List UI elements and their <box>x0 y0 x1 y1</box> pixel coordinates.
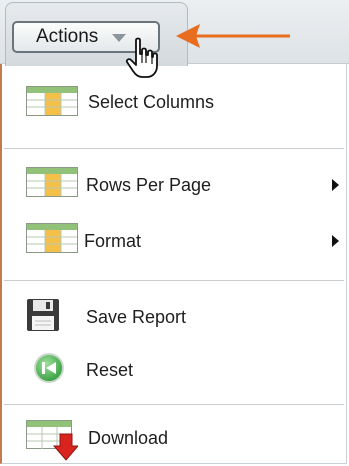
reset-icon <box>34 353 64 383</box>
menu-item-format[interactable]: Format <box>4 220 347 264</box>
table-icon <box>26 86 78 116</box>
menu-item-label: Save Report <box>86 307 187 327</box>
menu-item-label: Download <box>88 428 169 448</box>
actions-menu: Select Columns Rows Per Page Format Save… <box>4 64 347 464</box>
table-icon <box>26 167 78 197</box>
menu-item-rows-per-page[interactable]: Rows Per Page <box>4 164 347 208</box>
menu-separator <box>4 280 344 281</box>
menu-separator <box>4 148 344 149</box>
table-icon <box>26 223 78 253</box>
actions-label: Actions <box>36 26 99 47</box>
download-icon <box>26 420 78 461</box>
menu-item-reset[interactable]: Reset <box>4 348 347 392</box>
menu-item-download[interactable]: Download <box>4 418 347 462</box>
chevron-right-icon <box>332 179 339 191</box>
menu-item-label: Reset <box>86 360 134 380</box>
toolbar: Actions <box>0 0 349 78</box>
menu-separator <box>4 404 344 405</box>
floppy-disk-icon <box>27 299 59 331</box>
menu-item-save-report[interactable]: Save Report <box>4 296 347 340</box>
chevron-right-icon <box>332 235 339 247</box>
pointer-arrow-icon <box>176 24 290 48</box>
menu-item-label: Format <box>84 231 142 251</box>
menu-item-select-columns[interactable]: Select Columns <box>4 84 347 128</box>
menu-item-label: Select Columns <box>88 92 215 112</box>
menu-item-label: Rows Per Page <box>86 175 212 195</box>
